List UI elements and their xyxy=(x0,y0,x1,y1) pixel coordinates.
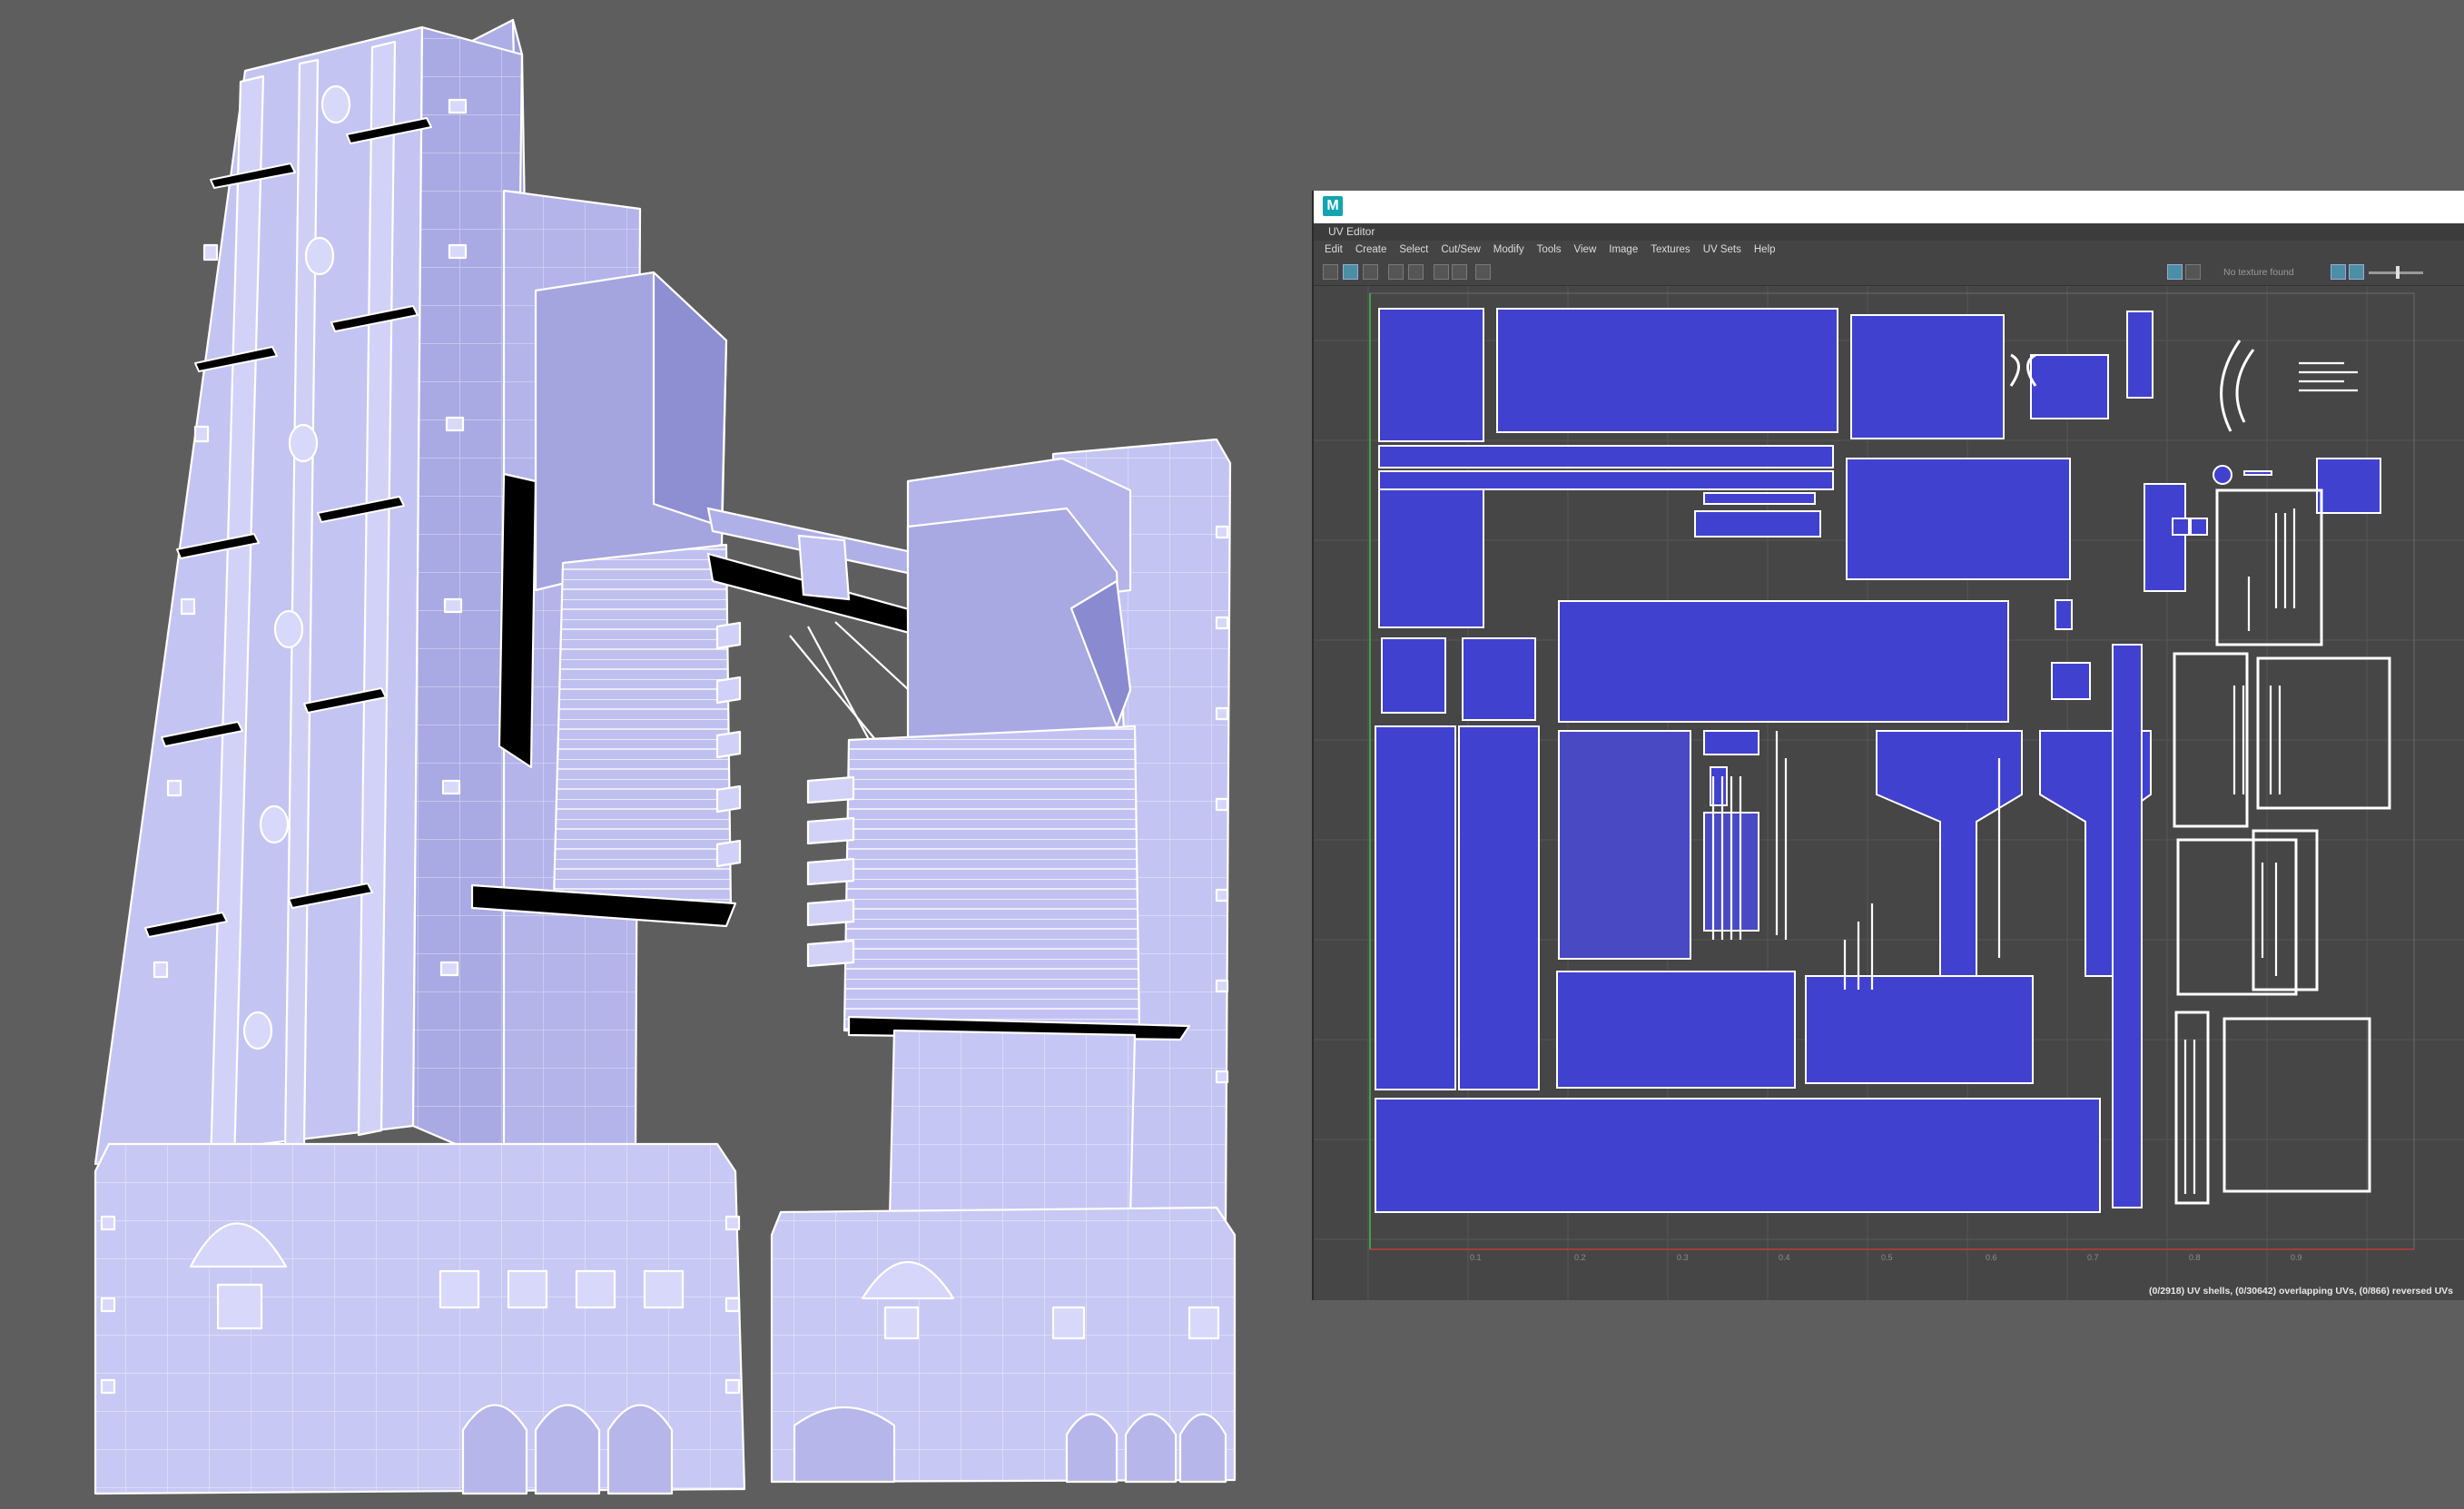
window-titlebar[interactable]: M xyxy=(1314,191,2464,223)
menu-tools[interactable]: Tools xyxy=(1537,241,1562,259)
slider-handle[interactable] xyxy=(2396,266,2400,279)
menu-uv-sets[interactable]: UV Sets xyxy=(1703,241,1741,259)
distortion-icon[interactable] xyxy=(1452,264,1467,280)
axis-tick-label: 0.4 xyxy=(1779,1253,1790,1262)
display-image-icon[interactable] xyxy=(2349,264,2364,280)
menu-modify[interactable]: Modify xyxy=(1493,241,1524,259)
axis-tick-label: 0.9 xyxy=(2291,1253,2302,1262)
uv-editor-window[interactable]: M UV Editor Edit Create Select Cut/Sew M… xyxy=(1312,191,2464,1300)
wireframe-toggle-icon[interactable] xyxy=(1343,264,1358,280)
exposure-icon[interactable] xyxy=(2331,264,2346,280)
camera-icon[interactable] xyxy=(1475,264,1491,280)
uv-shell-icon[interactable] xyxy=(1323,264,1338,280)
grid-toggle-icon[interactable] xyxy=(1388,264,1404,280)
menu-textures[interactable]: Textures xyxy=(1651,241,1690,259)
snap-grid-icon[interactable] xyxy=(1408,264,1424,280)
menu-select[interactable]: Select xyxy=(1399,241,1428,259)
axis-tick-label: 0.7 xyxy=(2087,1253,2099,1262)
viewport-3d[interactable] xyxy=(0,0,1307,1509)
left-building-mesh xyxy=(94,18,746,1495)
uv-status-text: (0/2918) UV shells, (0/30642) overlappin… xyxy=(2149,1286,2453,1297)
menu-help[interactable]: Help xyxy=(1754,241,1776,259)
checker-icon[interactable] xyxy=(2185,264,2201,280)
menu-image[interactable]: Image xyxy=(1609,241,1638,259)
menu-view[interactable]: View xyxy=(1574,241,1597,259)
shaded-toggle-icon[interactable] xyxy=(1363,264,1378,280)
uv-toolbar: No texture found xyxy=(1314,260,2464,286)
menu-bar: Edit Create Select Cut/Sew Modify Tools … xyxy=(1314,241,2464,259)
axis-tick-label: 0.5 xyxy=(1881,1253,1893,1262)
axis-tick-label: 0.2 xyxy=(1574,1253,1586,1262)
axis-tick-label: 0.8 xyxy=(2189,1253,2201,1262)
menu-cut-sew[interactable]: Cut/Sew xyxy=(1441,241,1480,259)
axis-tick-label: 0.1 xyxy=(1470,1253,1482,1262)
uv-canvas[interactable]: 0.1 0.2 0.3 0.4 0.5 0.6 0.7 0.8 0.9 xyxy=(1314,286,2464,1300)
pixel-snap-icon[interactable] xyxy=(1434,264,1449,280)
panel-title: UV Editor xyxy=(1314,223,2464,241)
texture-status: No texture found xyxy=(2223,267,2294,278)
menu-create[interactable]: Create xyxy=(1355,241,1387,259)
maya-logo-icon: M xyxy=(1323,196,1343,216)
menu-edit[interactable]: Edit xyxy=(1325,241,1343,259)
texture-opacity-slider[interactable] xyxy=(2369,266,2423,279)
image-icon[interactable] xyxy=(2167,264,2183,280)
axis-tick-label: 0.6 xyxy=(1986,1253,1997,1262)
axis-tick-label: 0.3 xyxy=(1677,1253,1689,1262)
